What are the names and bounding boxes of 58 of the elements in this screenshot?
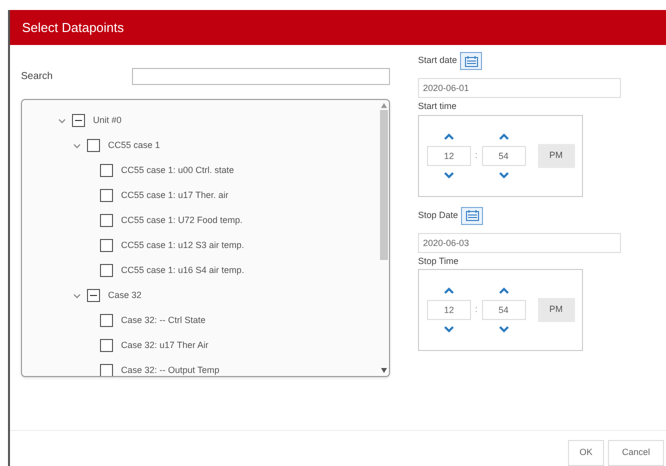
chevron-up-icon[interactable] xyxy=(498,132,509,140)
chevron-down-icon[interactable] xyxy=(498,326,509,333)
tree-item-label[interactable]: CC55 case 1: u17 Ther. air xyxy=(121,188,228,202)
calendar-icon xyxy=(464,56,478,66)
checkbox[interactable] xyxy=(72,114,85,127)
dialog-title: Select Datapoints xyxy=(22,18,124,37)
calendar-icon xyxy=(466,210,479,221)
chevron-up-icon[interactable] xyxy=(498,287,509,294)
time-label: Stop Time xyxy=(418,254,460,268)
tree-item-label[interactable]: Case 32: -- Output Temp xyxy=(121,364,220,376)
tree-item-label[interactable]: CC55 case 1: u16 S4 air temp. xyxy=(121,264,244,278)
search-label: Search xyxy=(21,70,54,84)
scroll-down-icon[interactable] xyxy=(380,368,386,373)
tree-item-label[interactable]: CC55 case 1 xyxy=(108,138,160,152)
checkbox[interactable] xyxy=(100,264,113,277)
chevron-up-icon[interactable] xyxy=(444,132,454,140)
tree-item-label[interactable]: Case 32: u17 Ther Air xyxy=(121,338,208,352)
checkbox[interactable] xyxy=(100,339,113,352)
tree-item-label[interactable]: Case 32: -- Ctrl State xyxy=(121,314,206,328)
calendar-button[interactable] xyxy=(460,52,482,70)
checkbox[interactable] xyxy=(87,139,100,152)
chevron-down-icon[interactable] xyxy=(444,326,454,333)
scroll-up-icon[interactable] xyxy=(380,103,386,108)
chevron-down-icon[interactable] xyxy=(444,172,454,178)
dialog-button[interactable]: Cancel xyxy=(608,440,664,466)
time-label: Start time xyxy=(418,100,458,113)
tree-item-label[interactable]: CC55 case 1: u00 Ctrl. state xyxy=(121,164,234,178)
chevron-down-icon[interactable] xyxy=(73,142,81,150)
date-label: Start date xyxy=(418,54,458,68)
period-button[interactable]: PM xyxy=(538,298,575,322)
checkbox[interactable] xyxy=(100,189,113,202)
dialog-button[interactable]: OK xyxy=(568,440,604,466)
time-separator: : xyxy=(475,148,478,162)
search-field[interactable] xyxy=(132,68,390,85)
tree-item-label[interactable]: CC55 case 1: u12 S3 air temp. xyxy=(121,238,244,252)
chevron-up-icon[interactable] xyxy=(444,287,454,294)
minute-field[interactable]: 54 xyxy=(482,300,526,320)
date-field[interactable]: 2020-06-03 xyxy=(418,232,621,252)
checkbox[interactable] xyxy=(87,289,100,302)
tree-item-label[interactable]: CC55 case 1: U72 Food temp. xyxy=(121,214,243,228)
minute-field[interactable]: 54 xyxy=(482,146,526,166)
calendar-button[interactable] xyxy=(461,206,484,224)
checkbox[interactable] xyxy=(100,164,113,177)
chevron-down-icon[interactable] xyxy=(498,172,509,178)
checkbox[interactable] xyxy=(100,239,113,252)
date-label: Stop Date xyxy=(418,208,458,222)
chevron-down-icon[interactable] xyxy=(73,292,81,300)
checkbox[interactable] xyxy=(100,364,113,376)
tree-item-label[interactable]: Case 32 xyxy=(108,288,142,302)
tree-item-label[interactable]: Unit #0 xyxy=(93,114,122,128)
chevron-down-icon[interactable] xyxy=(58,116,66,124)
checkbox[interactable] xyxy=(100,314,113,327)
checkbox[interactable] xyxy=(100,214,113,227)
time-separator: : xyxy=(475,303,478,316)
hour-field[interactable]: 12 xyxy=(427,300,471,320)
hour-field[interactable]: 12 xyxy=(427,146,471,166)
date-field[interactable]: 2020-06-01 xyxy=(418,78,621,98)
period-button[interactable]: PM xyxy=(538,144,575,168)
